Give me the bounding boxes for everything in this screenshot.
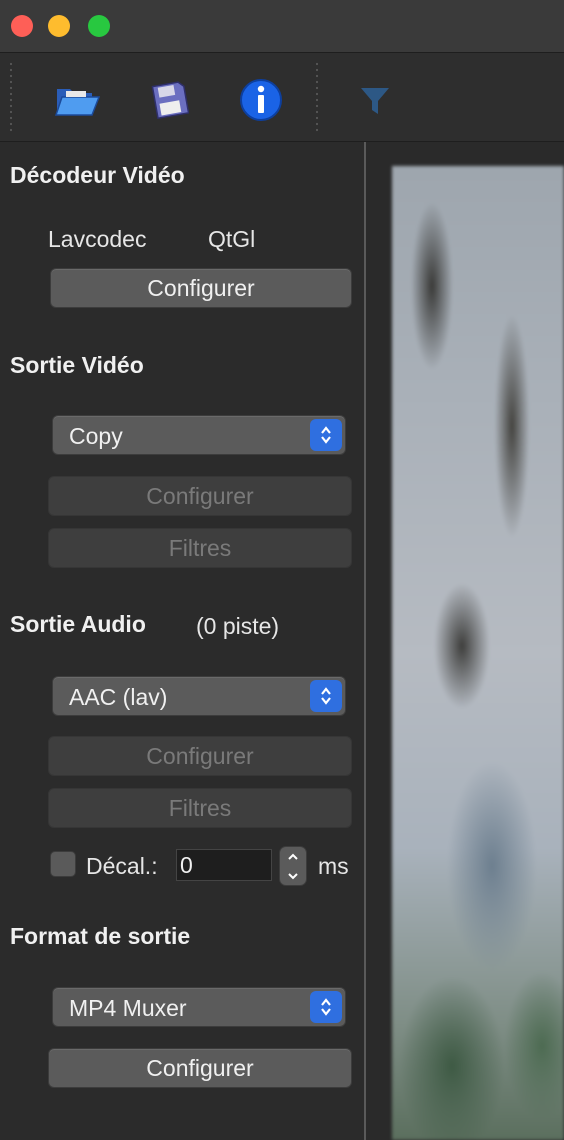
output-format-configure-button[interactable]: Configurer bbox=[48, 1048, 352, 1088]
open-file-button[interactable] bbox=[52, 77, 102, 123]
funnel-filter-icon bbox=[361, 88, 389, 114]
settings-panel: Décodeur Vidéo Lavcodec QtGl Configurer … bbox=[0, 142, 364, 1140]
audio-output-select[interactable]: AAC (lav) bbox=[52, 676, 346, 716]
chevron-down-icon[interactable] bbox=[280, 866, 306, 885]
video-output-selected: Copy bbox=[69, 423, 123, 449]
title-bar bbox=[0, 0, 564, 53]
video-output-select[interactable]: Copy bbox=[52, 415, 346, 455]
video-output-heading: Sortie Vidéo bbox=[10, 352, 144, 378]
video-decoder-heading: Décodeur Vidéo bbox=[10, 162, 185, 188]
audio-shift-checkbox[interactable] bbox=[50, 851, 76, 877]
output-format-select[interactable]: MP4 Muxer bbox=[52, 987, 346, 1027]
audio-filters-button[interactable]: Filtres bbox=[48, 788, 352, 828]
video-preview-area bbox=[366, 142, 564, 1140]
save-button[interactable] bbox=[144, 77, 194, 123]
select-arrows-icon bbox=[310, 991, 342, 1023]
audio-shift-stepper[interactable] bbox=[279, 846, 307, 886]
select-arrows-icon bbox=[310, 419, 342, 451]
minimize-window-button[interactable] bbox=[48, 15, 70, 37]
maximize-window-button[interactable] bbox=[88, 15, 110, 37]
audio-output-configure-button[interactable]: Configurer bbox=[48, 736, 352, 776]
audio-shift-unit: ms bbox=[318, 853, 349, 879]
output-format-selected: MP4 Muxer bbox=[69, 995, 187, 1021]
audio-shift-input[interactable] bbox=[176, 849, 272, 881]
info-icon bbox=[240, 79, 282, 121]
floppy-disk-icon bbox=[151, 81, 189, 120]
video-filters-button[interactable]: Filtres bbox=[48, 528, 352, 568]
close-window-button[interactable] bbox=[11, 15, 33, 37]
renderer-name: QtGl bbox=[208, 226, 256, 252]
video-output-configure-button[interactable]: Configurer bbox=[48, 476, 352, 516]
video-decoder-configure-button[interactable]: Configurer bbox=[50, 268, 352, 308]
filter-button[interactable] bbox=[350, 77, 400, 123]
info-button[interactable] bbox=[236, 77, 286, 123]
select-arrows-icon bbox=[310, 680, 342, 712]
audio-output-selected: AAC (lav) bbox=[69, 684, 168, 710]
video-frame-image bbox=[392, 166, 564, 1140]
toolbar-grip-2[interactable] bbox=[316, 61, 318, 133]
audio-output-heading: Sortie Audio bbox=[10, 611, 146, 637]
chevron-up-icon[interactable] bbox=[280, 847, 306, 866]
output-format-heading: Format de sortie bbox=[10, 923, 191, 949]
folder-open-icon bbox=[54, 89, 100, 116]
decoder-name: Lavcodec bbox=[48, 226, 147, 252]
toolbar-grip[interactable] bbox=[10, 61, 12, 133]
toolbar bbox=[0, 53, 564, 142]
audio-track-count: (0 piste) bbox=[196, 613, 280, 639]
audio-shift-label: Décal.: bbox=[86, 853, 158, 879]
